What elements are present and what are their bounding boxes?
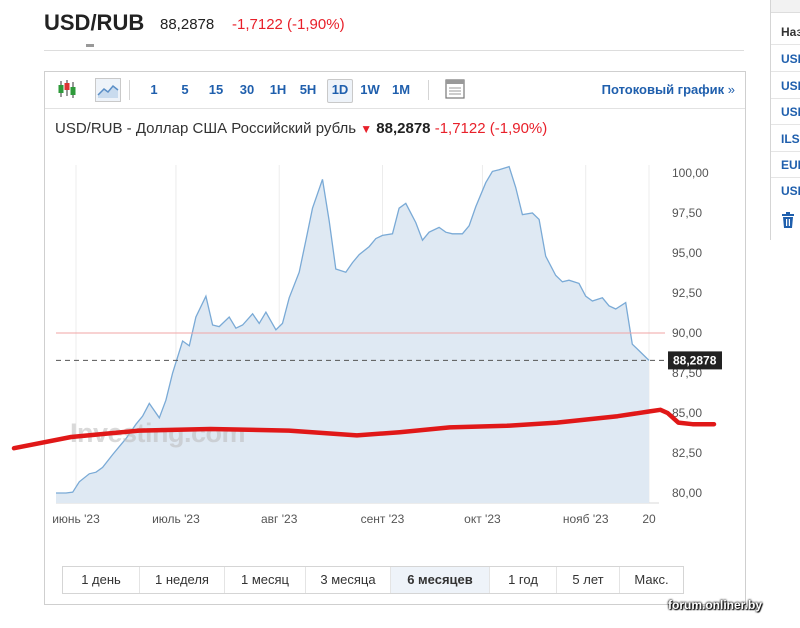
x-tick-label: июль '23 [152,512,200,526]
y-tick-label: 95,00 [672,246,702,260]
x-tick-label: окт '23 [464,512,501,526]
price-tag-label: 88,2878 [673,353,717,367]
y-tick-label: 90,00 [672,326,702,340]
x-tick-label: нояб '23 [563,512,609,526]
x-tick-label: сент '23 [361,512,405,526]
site-watermark: forum.onliner.by [668,598,763,612]
y-tick-label: 97,50 [672,206,702,220]
y-tick-label: 82,50 [672,446,702,460]
x-tick-label: 20 [642,512,656,526]
y-tick-label: 80,00 [672,486,702,500]
price-area [56,166,649,503]
x-axis-labels: июнь '23 июль '23 авг '23 сент '23 окт '23 но… [52,512,656,526]
price-chart: Investing.com 80,0082,5085,0087,5090,009… [11,165,722,526]
y-tick-label: 100,00 [672,166,709,180]
current-price-tag: 88,2878 [668,351,722,370]
y-tick-label: 85,00 [672,406,702,420]
x-tick-label: авг '23 [261,512,298,526]
y-axis-labels: 80,0082,5085,0087,5090,0092,5095,0097,50… [672,166,709,500]
x-tick-label: июнь '23 [52,512,100,526]
y-tick-label: 92,50 [672,286,702,300]
